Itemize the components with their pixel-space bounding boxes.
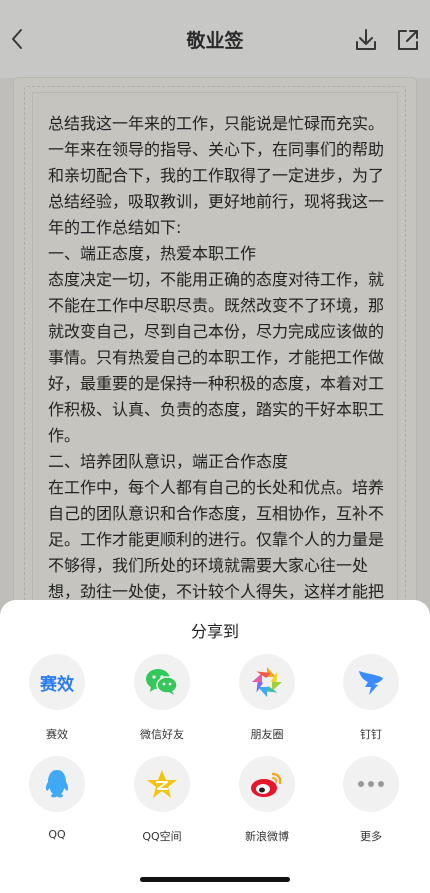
share-option-label: 赛效 xyxy=(46,728,68,741)
share-option-moments[interactable]: 朋友圈 xyxy=(215,654,319,742)
dingtalk-icon xyxy=(343,654,399,710)
more-icon xyxy=(343,756,399,812)
saixiao-logo-text: 赛效 xyxy=(40,674,74,695)
share-option-weibo[interactable]: 新浪微博 xyxy=(215,756,319,844)
share-option-label: 更多 xyxy=(360,830,382,843)
share-option-saixiao[interactable]: 赛效 赛效 xyxy=(5,654,109,742)
wechat-icon xyxy=(134,654,190,710)
share-option-label: 新浪微博 xyxy=(245,830,289,843)
share-option-label: QQ空间 xyxy=(142,830,182,843)
share-option-dingtalk[interactable]: 钉钉 xyxy=(319,654,423,742)
qzone-icon xyxy=(134,756,190,812)
share-option-wechat[interactable]: 微信好友 xyxy=(110,654,214,742)
share-sheet: 分享到 赛效 赛效 微信好友 朋友圈 钉钉 QQ QQ空间 新浪微博 更多 xyxy=(0,600,430,893)
home-indicator xyxy=(140,877,290,882)
saixiao-logo-icon: 赛效 xyxy=(29,654,85,710)
share-option-label: 钉钉 xyxy=(360,728,382,741)
share-option-qq[interactable]: QQ xyxy=(5,756,109,841)
moments-icon xyxy=(239,654,295,710)
share-sheet-title: 分享到 xyxy=(190,622,239,641)
share-option-more[interactable]: 更多 xyxy=(319,756,423,844)
weibo-icon xyxy=(239,756,295,812)
share-option-qzone[interactable]: QQ空间 xyxy=(110,756,214,844)
share-option-label: QQ xyxy=(48,828,66,841)
qq-icon xyxy=(29,756,85,812)
share-option-label: 朋友圈 xyxy=(250,728,284,741)
share-option-label: 微信好友 xyxy=(140,728,184,741)
